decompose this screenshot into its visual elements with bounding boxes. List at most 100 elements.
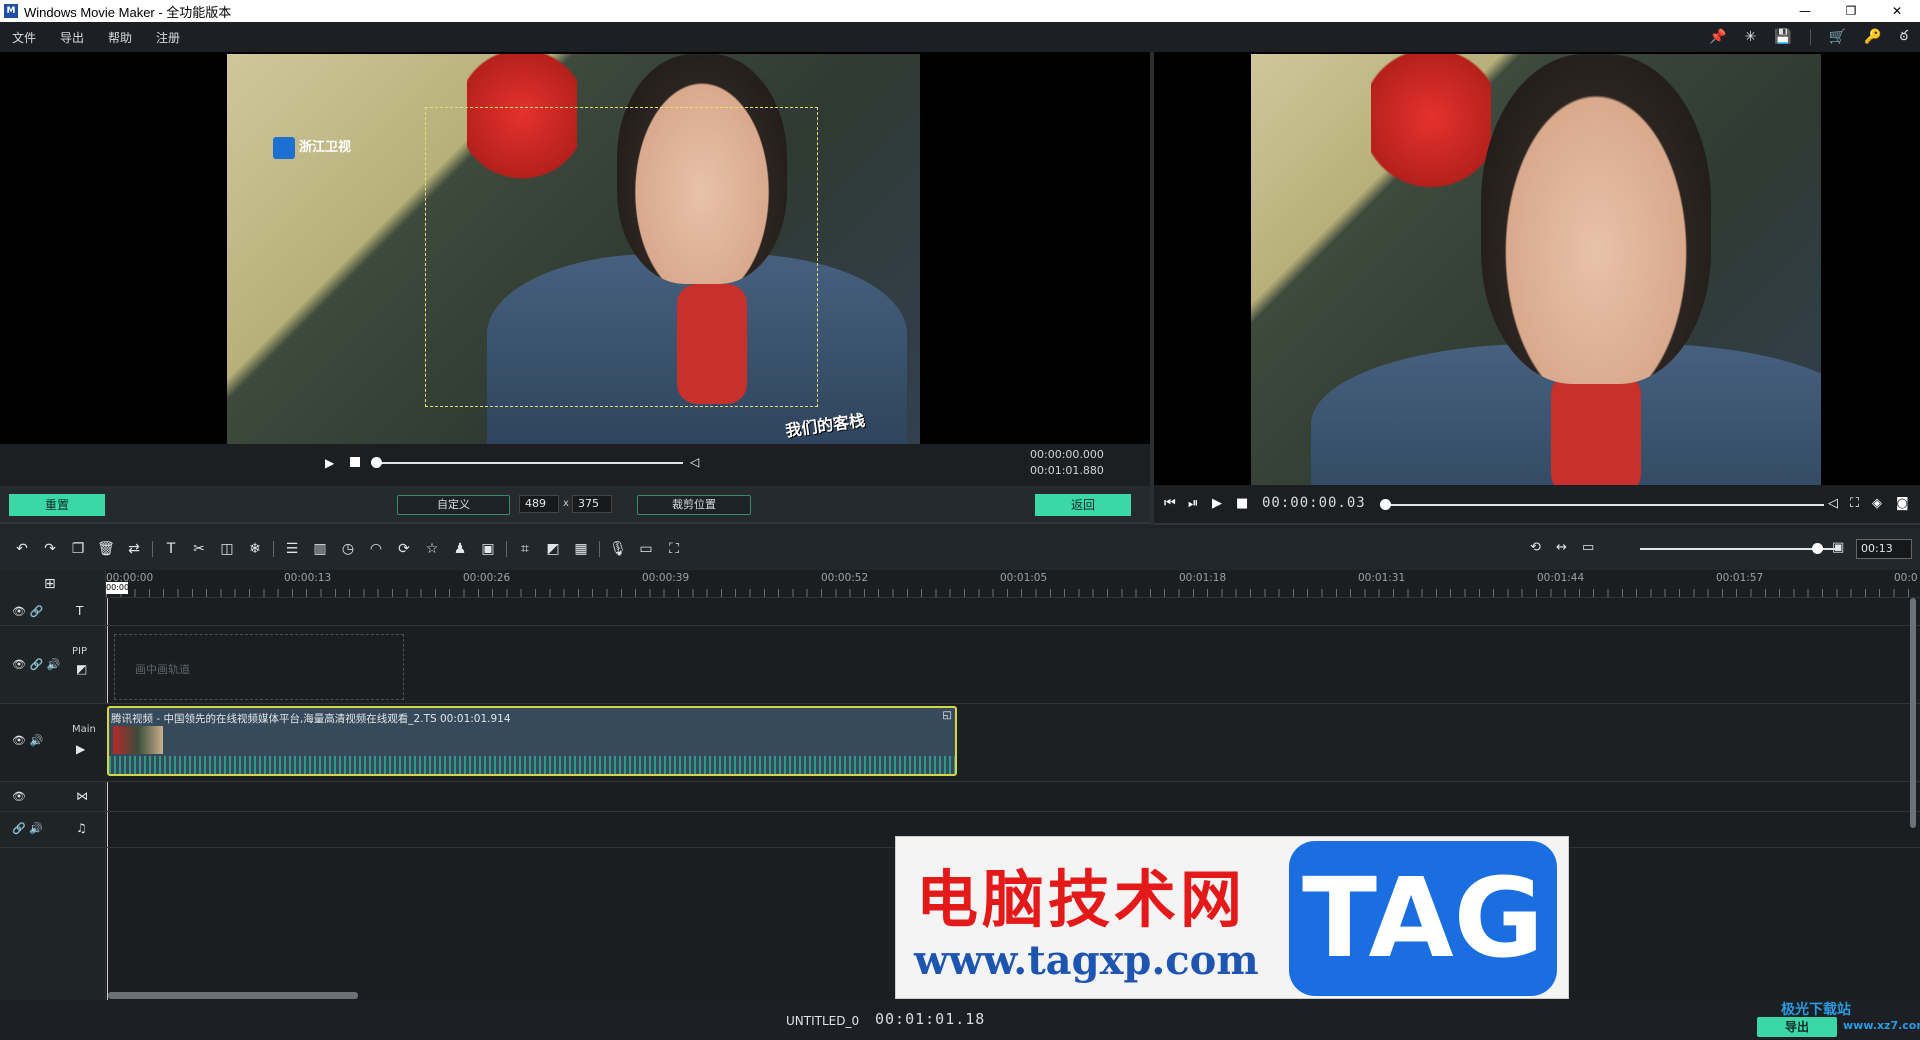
- microphone-icon[interactable]: 🎙: [604, 541, 632, 557]
- crop-seek-handle[interactable]: [371, 457, 382, 468]
- lantern-decoration: [1371, 54, 1491, 214]
- fullscreen-icon[interactable]: ⛶: [1850, 496, 1859, 511]
- crop-icon[interactable]: ⌗: [511, 541, 539, 557]
- main-playback-controls: ⏮ ⏯ ▶ ■ 00:00:00.03 ◁ ⛶ ◈ ◙: [1154, 485, 1920, 525]
- pip-track-toggles[interactable]: 👁 🔗 🔊: [12, 658, 60, 671]
- music-track-toggles[interactable]: 🔗 🔊: [12, 822, 43, 835]
- crop-height-input[interactable]: 375: [572, 495, 612, 513]
- watermark-url: www.tagxp.com: [914, 937, 1259, 984]
- text-track[interactable]: 👁 🔗 T: [0, 598, 1920, 626]
- record-icon[interactable]: ▭: [632, 541, 660, 557]
- rotate-icon[interactable]: ⟳: [390, 541, 418, 557]
- volume-icon[interactable]: ◁: [690, 455, 699, 469]
- channel-logo-icon: [273, 136, 295, 159]
- transition-track[interactable]: 👁 ⋈: [0, 782, 1920, 812]
- main-track[interactable]: 👁 🔊 Main ▶ 腾讯视频 - 中国领先的在线视频媒体平台,海量高清视频在线…: [0, 704, 1920, 782]
- clip-options-icon[interactable]: ◱: [943, 710, 952, 721]
- reset-button[interactable]: 重置: [9, 494, 105, 516]
- title-bar: M Windows Movie Maker - 全功能版本 — ❐ ✕: [0, 0, 1920, 22]
- timeline-horizontal-scrollbar[interactable]: [108, 992, 358, 999]
- effect-icon[interactable]: ☆: [418, 541, 446, 557]
- screen-capture-icon[interactable]: ⛶: [660, 541, 688, 557]
- corner-site-url: www.xz7.com: [1843, 1019, 1920, 1032]
- visibility-icon[interactable]: 👁 🔗: [12, 605, 43, 618]
- pip-icon[interactable]: ◩: [539, 541, 567, 557]
- redo-icon[interactable]: ↷: [36, 541, 64, 557]
- fill-icon[interactable]: ◈: [1872, 496, 1882, 511]
- key-icon[interactable]: 🔑: [1864, 29, 1881, 45]
- crop-seek-bar[interactable]: [375, 462, 683, 464]
- main-track-toggles[interactable]: 👁 🔊: [12, 734, 43, 747]
- settings-icon[interactable]: ✳: [1745, 29, 1757, 45]
- crop-time-current: 00:00:00.000: [1030, 448, 1104, 461]
- speed-icon[interactable]: ◠: [362, 541, 390, 557]
- video-clip[interactable]: 腾讯视频 - 中国领先的在线视频媒体平台,海量高清视频在线观看_2.TS 00:…: [107, 706, 957, 776]
- timeline-vertical-scrollbar[interactable]: [1910, 598, 1916, 828]
- minimize-button[interactable]: —: [1782, 0, 1828, 22]
- preview-seek-bar[interactable]: [1386, 504, 1824, 506]
- main-track-label: Main: [72, 724, 96, 735]
- watermark-chinese-text: 电脑技术网: [916, 863, 1247, 936]
- zoom-in-icon[interactable]: ▣: [1832, 540, 1844, 555]
- fit-icon[interactable]: ↔: [1556, 540, 1567, 555]
- duration-icon[interactable]: ◷: [334, 541, 362, 557]
- sync-icon[interactable]: ⟲: [1530, 540, 1541, 555]
- playhead[interactable]: 00:00: [106, 582, 129, 594]
- window-title: Windows Movie Maker - 全功能版本: [24, 4, 232, 20]
- menu-help[interactable]: 帮助: [96, 29, 144, 46]
- main-track-header: 👁 🔊 Main ▶: [0, 704, 106, 781]
- save-icon[interactable]: 💾: [1774, 29, 1791, 45]
- crop-position-button[interactable]: 裁剪位置: [637, 495, 751, 515]
- preview-seek-handle[interactable]: [1380, 499, 1391, 510]
- pip-track[interactable]: 👁 🔗 🔊 PIP ◩ 画中画轨道: [0, 626, 1920, 704]
- mosaic-icon[interactable]: ▣: [474, 541, 502, 557]
- pip-drop-zone[interactable]: 画中画轨道: [114, 634, 404, 700]
- split-icon[interactable]: ◫: [213, 541, 241, 557]
- snapshot-icon[interactable]: ◙: [1896, 496, 1909, 511]
- zoom-out-icon[interactable]: ▭: [1582, 540, 1594, 555]
- freeze-icon[interactable]: ❄: [241, 541, 269, 557]
- export-button[interactable]: 导出: [1757, 1017, 1837, 1037]
- skip-back-icon[interactable]: ⏮: [1164, 496, 1176, 511]
- menu-register[interactable]: 注册: [144, 29, 192, 46]
- portrait-icon[interactable]: ♟: [446, 541, 474, 557]
- stop-icon[interactable]: [350, 457, 360, 467]
- undo-icon[interactable]: ↶: [8, 541, 36, 557]
- stop-icon[interactable]: ■: [1236, 496, 1248, 511]
- resolution-icon[interactable]: ▦: [567, 541, 595, 557]
- zoom-slider[interactable]: [1640, 548, 1840, 550]
- transition-track-icon: ⋈: [76, 789, 88, 803]
- back-button[interactable]: 返回: [1035, 494, 1131, 516]
- adjust-icon[interactable]: ☰: [278, 541, 306, 557]
- pin-icon[interactable]: 📌: [1709, 29, 1726, 45]
- text-icon[interactable]: T: [157, 541, 185, 557]
- menu-file[interactable]: 文件: [0, 29, 48, 46]
- maximize-button[interactable]: ❐: [1828, 0, 1874, 22]
- play-icon[interactable]: ▶: [325, 456, 334, 470]
- audio-mix-icon[interactable]: ▥: [306, 541, 334, 557]
- crop-width-input[interactable]: 489: [519, 495, 559, 513]
- channel-logo: 浙江卫视: [265, 132, 359, 163]
- volume-icon[interactable]: ◁: [1828, 496, 1838, 511]
- custom-ratio-button[interactable]: 自定义: [397, 495, 510, 515]
- copy-icon[interactable]: ❐: [64, 541, 92, 557]
- crop-selection-box[interactable]: [425, 107, 818, 407]
- timeline-ruler[interactable]: 00:00:00 00:00:13 00:00:26 00:00:39 00:0…: [106, 570, 1920, 598]
- zoom-value-input[interactable]: 00:13: [1856, 539, 1912, 559]
- replace-icon[interactable]: ⇄: [120, 541, 148, 557]
- ruler-label: 00:01:57: [1716, 572, 1764, 584]
- add-track-icon[interactable]: ⊞: [44, 576, 56, 592]
- close-button[interactable]: ✕: [1874, 0, 1920, 22]
- step-forward-icon[interactable]: ⏯: [1188, 496, 1198, 511]
- main-preview-frame: [1251, 54, 1821, 485]
- visibility-icon[interactable]: 👁: [12, 790, 26, 803]
- cart-icon[interactable]: 🛒: [1829, 29, 1846, 45]
- account-icon[interactable]: ఠ: [1900, 28, 1908, 47]
- cut-icon[interactable]: ✂: [185, 541, 213, 557]
- delete-icon[interactable]: 🗑: [92, 541, 120, 557]
- play-icon[interactable]: ▶: [1212, 496, 1222, 511]
- app-logo-icon: M: [4, 4, 18, 18]
- menu-export[interactable]: 导出: [48, 29, 96, 46]
- project-duration: 00:01:01.18: [875, 1010, 986, 1028]
- zoom-handle[interactable]: [1812, 543, 1823, 554]
